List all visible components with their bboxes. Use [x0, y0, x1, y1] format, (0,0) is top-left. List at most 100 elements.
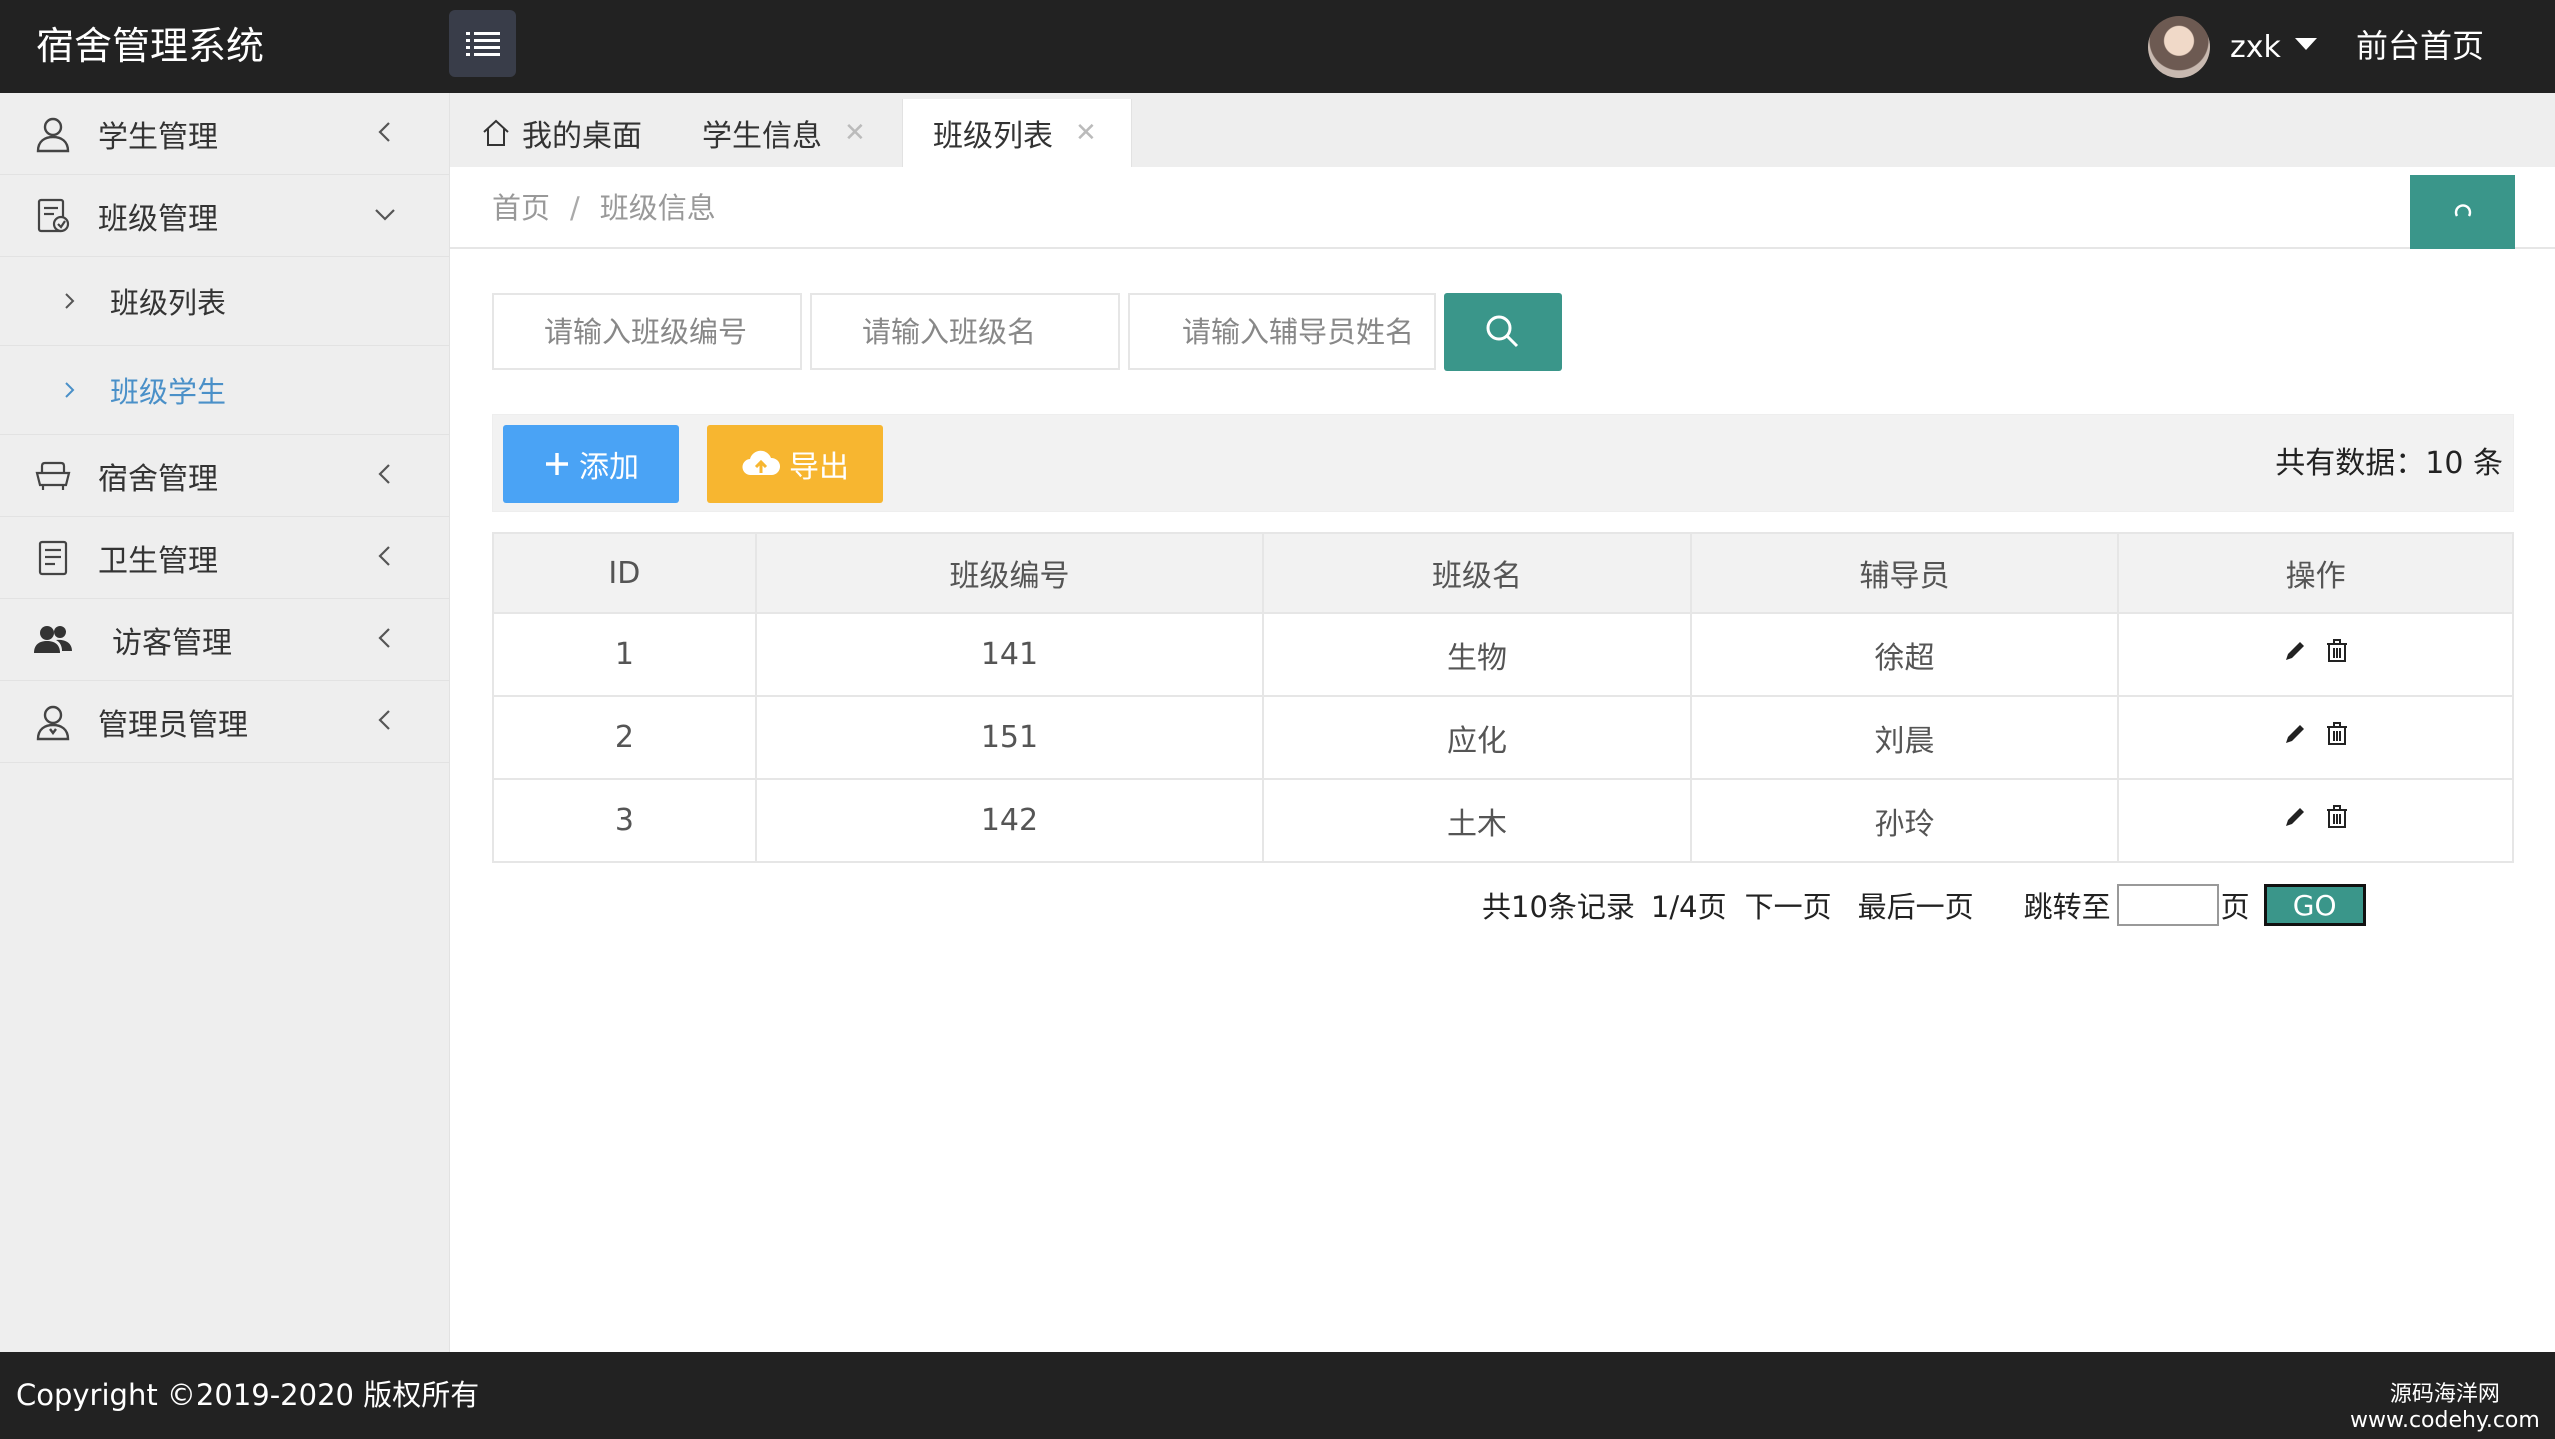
column-header: 班级名	[1262, 532, 1692, 614]
sofa-icon	[35, 461, 71, 490]
breadcrumb-home[interactable]: 首页	[492, 191, 550, 225]
table-cell: 141	[754, 612, 1265, 697]
table-row: 2 151 应化 刘晨	[492, 695, 2514, 780]
column-header: ID	[492, 532, 757, 614]
sidebar-subitem-label: 班级学生	[110, 375, 227, 409]
table-cell: 徐超	[1689, 612, 2120, 697]
sidebar-item-label: 卫生管理	[98, 543, 218, 579]
refresh-button[interactable]	[2410, 175, 2515, 249]
footer: Copyright ©2019-2020 版权所有 源码海洋网 www.code…	[0, 1352, 2555, 1439]
user-menu[interactable]: zxk	[2148, 16, 2317, 78]
table-cell: 142	[754, 778, 1265, 863]
sidebar-item-label: 宿舍管理	[98, 461, 218, 497]
page-suffix-label: 页	[2220, 890, 2250, 924]
table-cell: 1	[492, 612, 757, 697]
chevron-left-icon	[378, 710, 390, 730]
sidebar-subitem-class-list[interactable]: 班级列表	[0, 257, 449, 346]
table-row: 3 142 土木 孙玲	[492, 778, 2514, 863]
watermark-line: www.codehy.com	[2350, 1408, 2540, 1433]
class-name-search-input[interactable]	[810, 293, 1120, 370]
sidebar-item-admin[interactable]: 管理员管理	[0, 681, 449, 763]
table-cell-actions	[2117, 695, 2514, 780]
front-home-link[interactable]: 前台首页	[2356, 0, 2484, 93]
table-cell: 刘晨	[1689, 695, 2120, 780]
chevron-right-icon	[65, 293, 75, 309]
column-header: 辅导员	[1689, 532, 2120, 614]
class-doc-icon	[37, 198, 70, 233]
add-button[interactable]: 添加	[503, 425, 679, 503]
page-jump-input[interactable]	[2116, 884, 2219, 926]
counselor-search-input[interactable]	[1128, 293, 1436, 370]
tab-student-info[interactable]: 学生信息 ✕	[702, 99, 866, 167]
table-row: 1 141 生物 徐超	[492, 612, 2514, 697]
avatar[interactable]	[2148, 16, 2210, 78]
next-page-link[interactable]: 下一页	[1745, 884, 1832, 926]
sidebar-item-hygiene[interactable]: 卫生管理	[0, 517, 449, 599]
tab-class-list[interactable]: 班级列表 ✕	[902, 99, 1132, 167]
trash-icon[interactable]	[2324, 638, 2350, 664]
edit-icon[interactable]	[2282, 804, 2308, 830]
table-header-row: ID 班级编号 班级名 辅导员 操作	[492, 532, 2514, 614]
total-count: 共有数据：10 条	[2275, 446, 2503, 481]
close-icon[interactable]: ✕	[1075, 118, 1097, 148]
sidebar-item-dorm[interactable]: 宿舍管理	[0, 435, 449, 517]
plus-icon	[543, 450, 571, 478]
sidebar-item-visitor[interactable]: 访客管理	[0, 599, 449, 681]
sidebar: 学生管理 班级管理 班级列表 班级学生 宿舍管理 卫生管理 访客管理 管理员管理	[0, 93, 450, 1352]
export-button-label: 导出	[789, 450, 849, 485]
chevron-down-icon	[375, 209, 395, 221]
edit-icon[interactable]	[2282, 721, 2308, 747]
menu-toggle-button[interactable]	[449, 10, 516, 77]
page-info: 1/4页	[1650, 890, 1727, 924]
trash-icon[interactable]	[2324, 804, 2350, 830]
trash-icon[interactable]	[2324, 721, 2350, 747]
add-button-label: 添加	[579, 450, 639, 485]
class-table: ID 班级编号 班级名 辅导员 操作 1 141 生物 徐超 2 151 应化 …	[492, 532, 2514, 863]
watermark-line: 源码海洋网	[2389, 1382, 2500, 1407]
chevron-right-icon	[65, 382, 75, 398]
sidebar-item-label: 班级管理	[98, 201, 218, 237]
users-icon	[34, 626, 72, 653]
refresh-icon	[2454, 204, 2471, 217]
sidebar-subitem-label: 班级列表	[110, 286, 227, 320]
breadcrumb-separator: /	[570, 191, 580, 225]
chevron-left-icon	[378, 628, 390, 648]
sidebar-item-student[interactable]: 学生管理	[0, 93, 449, 175]
table-cell: 2	[492, 695, 757, 780]
search-button[interactable]	[1444, 293, 1562, 371]
go-button[interactable]: GO	[2263, 884, 2366, 926]
username[interactable]: zxk	[2230, 30, 2281, 65]
tab-bar: 我的桌面 学生信息 ✕ 班级列表 ✕	[450, 93, 2555, 167]
close-icon[interactable]: ✕	[844, 118, 866, 148]
export-button[interactable]: 导出	[707, 425, 883, 503]
sidebar-subitem-class-students[interactable]: 班级学生	[0, 346, 449, 435]
sidebar-item-label: 管理员管理	[98, 707, 248, 743]
admin-user-icon	[36, 705, 70, 741]
table-cell-actions	[2117, 612, 2514, 697]
caret-down-icon[interactable]	[2294, 38, 2317, 50]
tab-label: 学生信息	[702, 119, 822, 154]
jump-to-label: 跳转至	[2023, 890, 2111, 924]
table-cell: 151	[754, 695, 1265, 780]
breadcrumb-bar: 首页 / 班级信息	[450, 167, 2555, 249]
user-icon	[36, 117, 70, 153]
sidebar-item-class[interactable]: 班级管理	[0, 175, 449, 257]
table-cell: 孙玲	[1689, 778, 2120, 863]
watermark: 源码海洋网 www.codehy.com	[2350, 1382, 2540, 1434]
tab-label: 班级列表	[933, 119, 1053, 154]
search-icon	[1486, 315, 1519, 348]
copyright-text: Copyright ©2019-2020 版权所有	[16, 1378, 480, 1412]
app-title: 宿舍管理系统	[36, 24, 265, 68]
chevron-left-icon	[378, 464, 390, 484]
last-page-link[interactable]: 最后一页	[1858, 884, 1974, 926]
edit-icon[interactable]	[2282, 638, 2308, 664]
pagination: 共10条记录 1/4页 下一页 最后一页 跳转至 页 GO	[1482, 880, 2366, 930]
record-count: 共10条记录	[1482, 890, 1635, 924]
sidebar-item-label: 学生管理	[98, 119, 218, 155]
class-no-search-input[interactable]	[492, 293, 802, 370]
breadcrumb: 首页 / 班级信息	[492, 167, 716, 249]
tab-my-desktop[interactable]: 我的桌面	[480, 99, 642, 167]
tab-label: 我的桌面	[522, 119, 642, 154]
top-header: 宿舍管理系统 zxk 前台首页	[0, 0, 2555, 93]
home-icon	[483, 119, 509, 146]
